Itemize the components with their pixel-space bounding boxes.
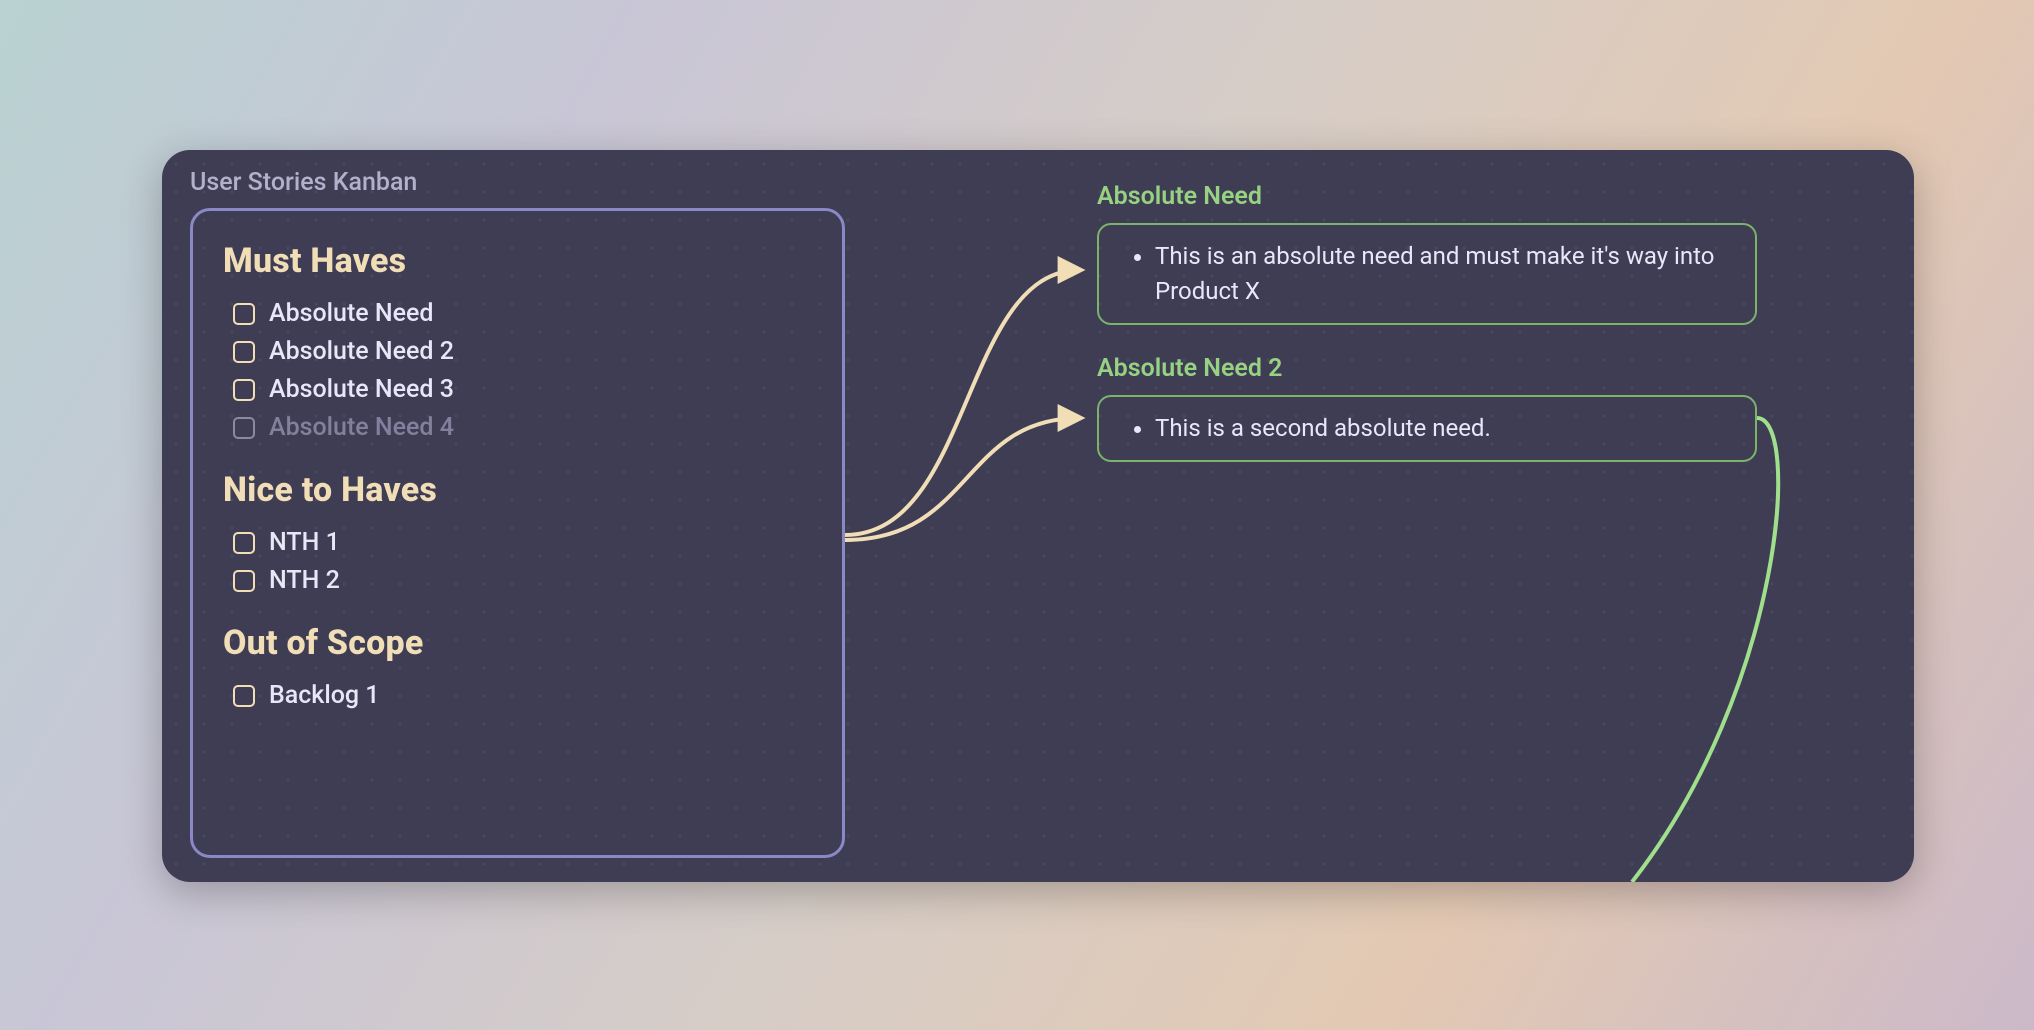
checkbox-icon[interactable] <box>233 570 255 592</box>
checkbox-icon[interactable] <box>233 532 255 554</box>
checkbox-icon[interactable] <box>233 417 255 439</box>
section-heading-must-haves: Must Haves <box>223 241 812 281</box>
detail-node-absolute-need-2[interactable]: Absolute Need 2 This is a second absolut… <box>1097 354 1757 462</box>
check-item-nth-1[interactable]: NTH 1 <box>233 528 812 557</box>
detail-title: Absolute Need 2 <box>1097 354 1757 383</box>
detail-box[interactable]: This is an absolute need and must make i… <box>1097 223 1757 325</box>
check-item-nth-2[interactable]: NTH 2 <box>233 566 812 595</box>
detail-body: This is a second absolute need. <box>1155 411 1733 446</box>
checkbox-icon[interactable] <box>233 303 255 325</box>
check-label: NTH 2 <box>269 566 340 595</box>
must-haves-list: Absolute Need Absolute Need 2 Absolute N… <box>223 299 812 442</box>
connector-to-absolute-need-2 <box>845 418 1080 540</box>
connector-to-absolute-need <box>845 270 1080 535</box>
out-of-scope-list: Backlog 1 <box>223 681 812 710</box>
check-item-backlog-1[interactable]: Backlog 1 <box>233 681 812 710</box>
check-label: Absolute Need 4 <box>269 413 454 442</box>
checkbox-icon[interactable] <box>233 685 255 707</box>
detail-node-absolute-need[interactable]: Absolute Need This is an absolute need a… <box>1097 182 1757 325</box>
check-label: Absolute Need 2 <box>269 337 454 366</box>
check-label: Absolute Need <box>269 299 434 328</box>
section-heading-nice-to-haves: Nice to Haves <box>223 470 812 510</box>
check-item-absolute-need-2[interactable]: Absolute Need 2 <box>233 337 812 366</box>
check-item-absolute-need-4[interactable]: Absolute Need 4 <box>233 413 812 442</box>
board-title: User Stories Kanban <box>190 168 417 197</box>
check-label: NTH 1 <box>269 528 340 557</box>
kanban-card[interactable]: Must Haves Absolute Need Absolute Need 2… <box>190 208 845 858</box>
checkbox-icon[interactable] <box>233 341 255 363</box>
check-item-absolute-need-3[interactable]: Absolute Need 3 <box>233 375 812 404</box>
kanban-board-canvas[interactable]: User Stories Kanban Must Haves Absolute … <box>162 150 1914 882</box>
check-label: Absolute Need 3 <box>269 375 454 404</box>
detail-title: Absolute Need <box>1097 182 1757 211</box>
section-heading-out-of-scope: Out of Scope <box>223 623 812 663</box>
checkbox-icon[interactable] <box>233 379 255 401</box>
connector-green-trailing <box>1632 418 1778 882</box>
nice-to-haves-list: NTH 1 NTH 2 <box>223 528 812 595</box>
check-label: Backlog 1 <box>269 681 380 710</box>
detail-body: This is an absolute need and must make i… <box>1155 239 1733 309</box>
check-item-absolute-need[interactable]: Absolute Need <box>233 299 812 328</box>
detail-box[interactable]: This is a second absolute need. <box>1097 395 1757 462</box>
